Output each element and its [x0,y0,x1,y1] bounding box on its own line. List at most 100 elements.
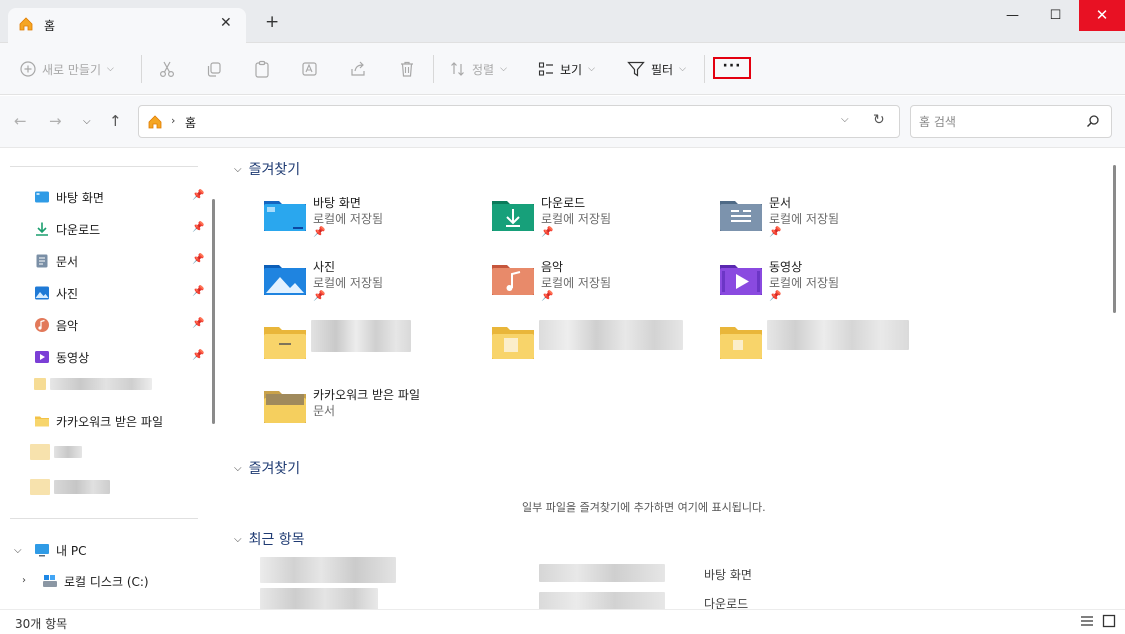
tab-title: 홈 [44,19,56,33]
refresh-icon[interactable]: ↻ [873,112,885,128]
recent-location: 바탕 화면 [704,568,752,582]
sidebar-item-local-disk[interactable]: 로컬 디스크 (C:) [42,570,217,592]
pin-icon: 📌 [192,222,205,233]
redacted-item[interactable] [54,446,82,458]
share-button[interactable] [349,57,373,81]
folder-icon [34,378,46,390]
redacted-label [539,320,683,350]
sidebar-item-music[interactable]: 음악 📌 [34,314,209,336]
music-folder-icon [492,265,534,295]
paste-button[interactable] [253,57,277,81]
sort-label: 정렬 [472,62,495,77]
tab-home[interactable]: 홈 ✕ [8,8,246,43]
view-button[interactable]: 보기 ⌵ [538,57,595,81]
tile-sub: 로컬에 저장됨 [313,212,384,226]
sidebar-item-label: 카카오워크 받은 파일 [56,414,163,429]
pin-icon: 📌 [541,291,554,302]
sidebar-item-kakaowork[interactable]: 카카오워크 받은 파일 [34,410,209,432]
breadcrumb-chevron-icon[interactable]: › [171,114,175,127]
redacted-item[interactable] [54,480,110,494]
section-title: 즐겨찾기 [248,162,301,178]
folder-icon [264,327,306,359]
share-icon [349,60,367,78]
new-tab-button[interactable]: + [265,12,279,32]
search-input[interactable] [919,112,1079,132]
pin-icon: 📌 [192,286,205,297]
recent-locations-chevron-icon[interactable]: ⌵ [83,116,91,127]
sidebar-item-label: 내 PC [56,543,87,558]
quick-access-desktop[interactable]: 바탕 화면 로컬에 저장됨 📌 [263,194,483,250]
quick-access-kakaowork[interactable]: 카카오워크 받은 파일 문서 [263,386,483,442]
quick-access-downloads[interactable]: 다운로드 로컬에 저장됨 📌 [491,194,711,250]
home-icon [147,114,163,133]
computer-icon [34,542,50,558]
back-arrow-icon[interactable]: ← [14,112,27,130]
view-list-icon [538,61,554,77]
expand-chevron-icon[interactable]: ⌵ [14,545,22,556]
sidebar-item-videos[interactable]: 동영상 📌 [34,346,209,368]
delete-button[interactable] [398,57,422,81]
quick-access-videos[interactable]: 동영상 로컬에 저장됨 📌 [719,258,939,314]
search-icon[interactable] [1086,114,1100,131]
collapse-chevron-icon[interactable]: › [22,575,26,586]
close-window-button[interactable]: ✕ [1079,0,1125,31]
quick-access-pictures[interactable]: 사진 로컬에 저장됨 📌 [263,258,483,314]
quick-access-redacted-folder[interactable] [263,320,483,378]
rename-button[interactable] [301,57,325,81]
sidebar-item-desktop[interactable]: 바탕 화면 📌 [34,186,209,208]
search-box[interactable] [910,105,1112,138]
sort-button[interactable]: 정렬 ⌵ [450,57,507,81]
sidebar-item-pictures[interactable]: 사진 📌 [34,282,209,304]
redacted-recent-file[interactable] [260,588,378,610]
address-bar[interactable]: › 홈 ⌵ ↻ [138,105,900,138]
copy-button[interactable] [205,57,229,81]
breadcrumb[interactable]: 홈 [185,114,196,131]
title-bar: 홈 ✕ + — ☐ ✕ [0,0,1125,43]
navigation-pane: 바탕 화면 📌 다운로드 📌 문서 📌 사진 📌 음악 📌 동영상 📌 카카오워… [0,149,222,609]
quick-access-redacted-folder[interactable] [719,320,939,378]
maximize-button[interactable]: ☐ [1033,0,1078,31]
status-bar: 30개 항목 [0,609,1125,634]
folder-icon [264,391,306,423]
tiles-view-icon[interactable] [1102,614,1116,631]
scissors-icon [158,60,176,78]
command-bar: 새로 만들기 ⌵ 정렬 ⌵ 보기 ⌵ 필터 ⌵ [0,43,1125,95]
quick-access-documents[interactable]: 문서 로컬에 저장됨 📌 [719,194,939,250]
tile-name: 동영상 [769,260,803,274]
rename-icon [301,60,319,78]
quick-access-music[interactable]: 음악 로컬에 저장됨 📌 [491,258,711,314]
cut-button[interactable] [158,57,182,81]
sidebar-item-documents[interactable]: 문서 📌 [34,250,209,272]
details-view-icon[interactable] [1080,614,1094,631]
pin-icon: 📌 [192,318,205,329]
sidebar-divider [10,518,198,519]
up-arrow-icon[interactable]: ↑ [109,112,122,130]
toolbar-divider [141,55,142,83]
minimize-button[interactable]: — [990,0,1035,31]
redacted-item[interactable] [50,378,152,390]
new-button[interactable]: 새로 만들기 ⌵ [20,57,114,81]
section-favorites[interactable]: ⌵ 즐겨찾기 [234,159,300,179]
folder-icon [720,327,762,359]
filter-button[interactable]: 필터 ⌵ [627,57,686,81]
redacted-recent-file[interactable] [260,557,396,583]
quick-access-redacted-folder[interactable] [491,320,711,378]
tile-sub: 로컬에 저장됨 [769,276,840,290]
address-dropdown-icon[interactable]: ⌵ [841,114,849,125]
trash-icon [398,60,416,78]
sidebar-item-label: 동영상 [56,350,90,365]
sort-icon [450,61,466,77]
sidebar-scrollbar[interactable] [212,199,215,424]
section-recent[interactable]: ⌵ 최근 항목 [234,529,305,549]
tab-close-icon[interactable]: ✕ [220,15,232,31]
favorites-empty-message: 일부 파일을 즐겨찾기에 추가하면 여기에 표시됩니다. [522,501,766,514]
more-options-button[interactable]: ··· [713,57,751,79]
section-favorites-files[interactable]: ⌵ 즐겨찾기 [234,458,300,478]
forward-arrow-icon[interactable]: → [49,112,62,130]
sidebar-item-downloads[interactable]: 다운로드 📌 [34,218,209,240]
sidebar-item-this-pc[interactable]: 내 PC [34,539,209,561]
toolbar-divider [433,55,434,83]
pin-icon: 📌 [769,291,782,302]
desktop-folder-icon [264,201,306,231]
content-scrollbar[interactable] [1113,165,1116,313]
